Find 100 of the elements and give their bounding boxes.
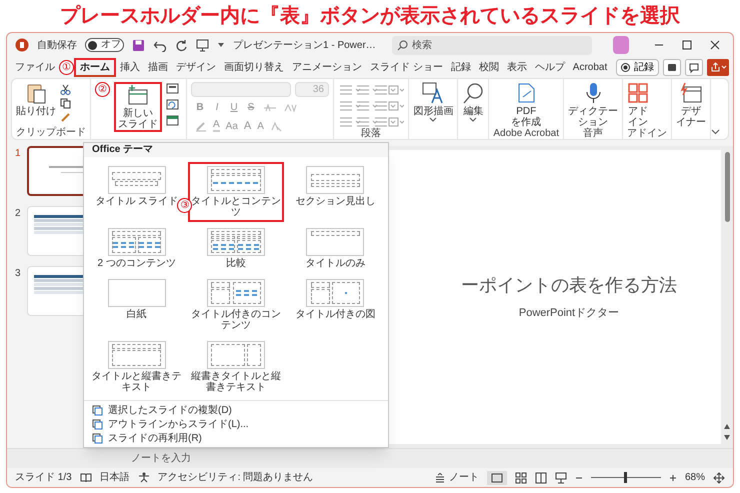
slide-count: スライド 1/3 — [15, 471, 72, 485]
slide-sorter-icon[interactable] — [514, 472, 527, 484]
normal-view-icon[interactable] — [486, 470, 507, 484]
ribbon-button[interactable]: アド イン — [627, 82, 649, 128]
slide-subtitle: PowerPointドクター — [518, 306, 620, 322]
ribbon-button[interactable]: 図形描画 — [413, 82, 454, 123]
notes-button[interactable]: ノート — [434, 470, 479, 485]
add-ins-icon — [627, 82, 649, 104]
record-button[interactable]: 記録 — [616, 59, 659, 76]
group-label: Adobe Acrobat — [493, 128, 559, 140]
step-number: ③ — [177, 198, 192, 213]
layout-thumbnail-drawing — [206, 228, 265, 256]
accessibility-status[interactable]: アクセシビリティ: 問題ありません — [158, 470, 314, 485]
ribbon-button[interactable]: 新しい スライド — [114, 82, 162, 132]
document-title: プレゼンテーション1 - Power… — [233, 38, 376, 52]
language-label[interactable]: 日本語 — [100, 470, 130, 485]
menu-header: Office テーマ — [84, 143, 388, 157]
ribbon-tab[interactable]: 挿入 — [116, 58, 144, 77]
zoom-slider[interactable] — [590, 472, 661, 483]
layout-option[interactable]: タイトル付きのコンテンツ — [188, 275, 284, 335]
caret-icon — [469, 117, 478, 123]
redo-icon[interactable] — [175, 38, 188, 52]
zoom-percent[interactable]: 68% — [684, 470, 705, 485]
collapse-icon[interactable] — [711, 129, 720, 135]
group-label: 音声 — [582, 128, 604, 140]
slide-title: ーポイントの表を作る方法 — [461, 274, 677, 298]
scissors-icon[interactable] — [60, 84, 71, 95]
search-icon — [462, 82, 484, 104]
step-number: ① — [59, 60, 74, 75]
scrollbar-thumb[interactable] — [724, 152, 730, 222]
layout-thumbnail-drawing — [108, 228, 166, 256]
layout-option[interactable]: タイトル付きの図 — [288, 275, 383, 335]
zoom-slider-thumb[interactable] — [624, 472, 628, 483]
autosave-toggle[interactable]: オフ — [85, 38, 124, 52]
slide-number: 2 — [15, 207, 22, 221]
layout-option[interactable]: セクション見出し — [288, 162, 383, 222]
ribbon-tab[interactable]: 描画 — [144, 58, 172, 77]
ribbon-tab[interactable]: アニメーション — [288, 58, 366, 77]
layout-thumbnail-drawing — [206, 166, 265, 194]
search-field[interactable]: 検索 — [392, 36, 592, 54]
accessibility-icon[interactable] — [138, 472, 150, 483]
ribbon-tab[interactable]: Acrobat — [568, 58, 612, 77]
notes-icon — [434, 472, 445, 482]
layout-thumbnail-drawing — [108, 166, 166, 194]
menu-item[interactable]: 選択したスライドの複製(D) — [84, 403, 388, 417]
autosave-label: 自動保存 — [37, 38, 77, 52]
previous-slide-icon[interactable] — [723, 422, 731, 430]
layout-option[interactable]: 白紙 — [89, 275, 184, 335]
ribbon-tab[interactable]: スライド ショー — [366, 58, 447, 77]
duplicate-slide-icon — [92, 404, 103, 416]
ribbon-tab[interactable]: ファイル — [11, 58, 59, 77]
presenter-icon[interactable] — [196, 38, 209, 52]
new-slide-icon — [127, 84, 149, 106]
layout-thumbnail-drawing — [306, 279, 364, 307]
ribbon-tab[interactable]: デザイン — [172, 58, 220, 77]
save-icon[interactable] — [132, 38, 145, 52]
layout-option[interactable]: 2 つのコンテンツ — [89, 224, 184, 273]
ribbon-tab[interactable]: 記録 — [446, 58, 475, 77]
ribbon-tab[interactable]: ヘルプ — [530, 58, 569, 77]
camera-icon[interactable] — [663, 59, 681, 76]
fit-to-window-icon[interactable] — [713, 472, 725, 484]
layout-option[interactable]: タイトルのみ — [288, 224, 383, 273]
ribbon-button[interactable]: デザ イナー — [676, 82, 706, 128]
ribbon-button[interactable]: PDF を作成 — [511, 82, 542, 128]
layout-thumbnail-drawing — [306, 228, 364, 256]
layout-option[interactable]: 縦書きタイトルと縦書きテキスト — [188, 337, 284, 397]
zoom-in-icon[interactable] — [668, 474, 677, 482]
next-slide-icon[interactable] — [723, 434, 731, 442]
layout-option[interactable]: 比較 — [188, 224, 284, 273]
slide-show-icon[interactable] — [554, 472, 567, 484]
layout-option[interactable]: タイトルと縦書きテキスト — [89, 337, 184, 397]
menu-item[interactable]: スライドの再利用(R) — [84, 431, 388, 445]
headline: プレースホルダー内に『表』ボタンが表示されているスライドを選択 — [60, 4, 680, 29]
copy-icon[interactable] — [60, 98, 71, 109]
ribbon-button[interactable]: 編集 — [462, 82, 484, 123]
group-label: 段落 — [360, 128, 382, 140]
ribbon-button[interactable]: 貼り付け — [16, 82, 56, 117]
menu-item[interactable]: アウトラインからスライド(L)... — [84, 417, 388, 431]
ribbon-tab[interactable]: 表示 — [502, 58, 531, 77]
layout-option[interactable]: タイトルとコンテンツ — [188, 162, 284, 222]
comment-icon[interactable] — [685, 59, 703, 76]
spelling-book-icon[interactable] — [80, 472, 92, 482]
caret-icon[interactable] — [217, 41, 225, 49]
ribbon-button[interactable]: ディクテー ション — [568, 82, 618, 128]
slide-number: 1 — [15, 147, 22, 161]
share-icon[interactable] — [707, 59, 729, 76]
layout-thumbnail-drawing — [206, 341, 265, 369]
group-label: クリップボード — [16, 127, 86, 139]
notes-field[interactable]: ノートを入力 — [131, 451, 191, 466]
reading-view-icon[interactable] — [534, 472, 547, 484]
ribbon-tab[interactable]: 校閲 — [474, 58, 503, 77]
ribbon-tab[interactable]: ホーム — [74, 58, 116, 77]
font-name-field[interactable] — [191, 82, 291, 97]
step-number: ② — [95, 82, 110, 97]
designer-icon — [680, 82, 702, 104]
ribbon-tab[interactable]: 画面切り替え — [220, 58, 288, 77]
search-icon — [396, 40, 408, 50]
record-icon — [621, 63, 630, 72]
layout-thumbnail-drawing — [306, 166, 364, 194]
group-label: アドイン — [627, 128, 667, 140]
